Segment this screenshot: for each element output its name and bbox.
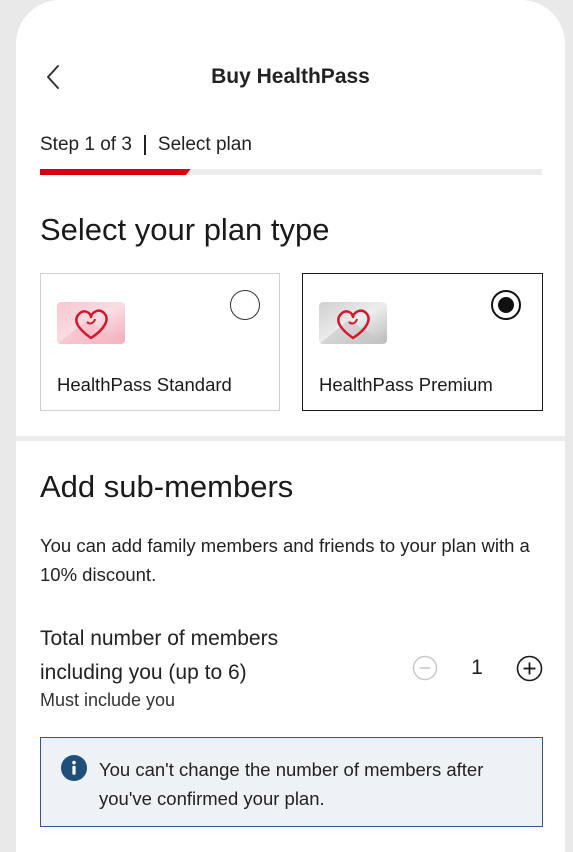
healthpass-premium-card-image: [319, 302, 387, 344]
step-name: Select plan: [157, 134, 252, 155]
increment-button[interactable]: [516, 655, 543, 682]
progress-fill: [40, 169, 191, 175]
plan-card-standard[interactable]: HealthPass Standard: [40, 273, 280, 411]
members-description: You can add family members and friends t…: [40, 535, 530, 585]
notice-text: You can't change the number of members a…: [99, 759, 484, 809]
progress-bar: [40, 169, 542, 175]
plan-standard-radio[interactable]: [230, 290, 260, 320]
page-title: Buy HealthPass: [211, 65, 370, 88]
healthpass-standard-card-image: [57, 302, 125, 344]
section-divider: [16, 436, 565, 441]
header: Buy HealthPass: [16, 50, 565, 110]
info-notice: You can't change the number of members a…: [40, 737, 543, 827]
plan-premium-label: HealthPass Premium: [319, 374, 493, 395]
minus-circle-icon: [412, 655, 438, 681]
plus-circle-icon: [516, 655, 543, 682]
info-icon: [61, 755, 87, 781]
step-counter: Step 1 of 3: [40, 134, 132, 155]
decrement-button[interactable]: [412, 655, 438, 681]
total-members-label: Total number of members including you (u…: [40, 627, 279, 684]
member-count: 1: [471, 656, 483, 679]
plan-card-premium[interactable]: HealthPass Premium: [302, 273, 543, 411]
screen: Buy HealthPass Step 1 of 3 Select plan S…: [16, 0, 565, 852]
step-separator: [143, 135, 146, 155]
plan-premium-radio[interactable]: [491, 290, 521, 320]
plan-standard-label: HealthPass Standard: [57, 374, 232, 395]
plan-section-title: Select your plan type: [40, 212, 330, 247]
members-sub-label: Must include you: [40, 690, 176, 710]
members-section-title: Add sub-members: [40, 469, 294, 504]
step-indicator: Step 1 of 3 Select plan: [40, 134, 252, 156]
